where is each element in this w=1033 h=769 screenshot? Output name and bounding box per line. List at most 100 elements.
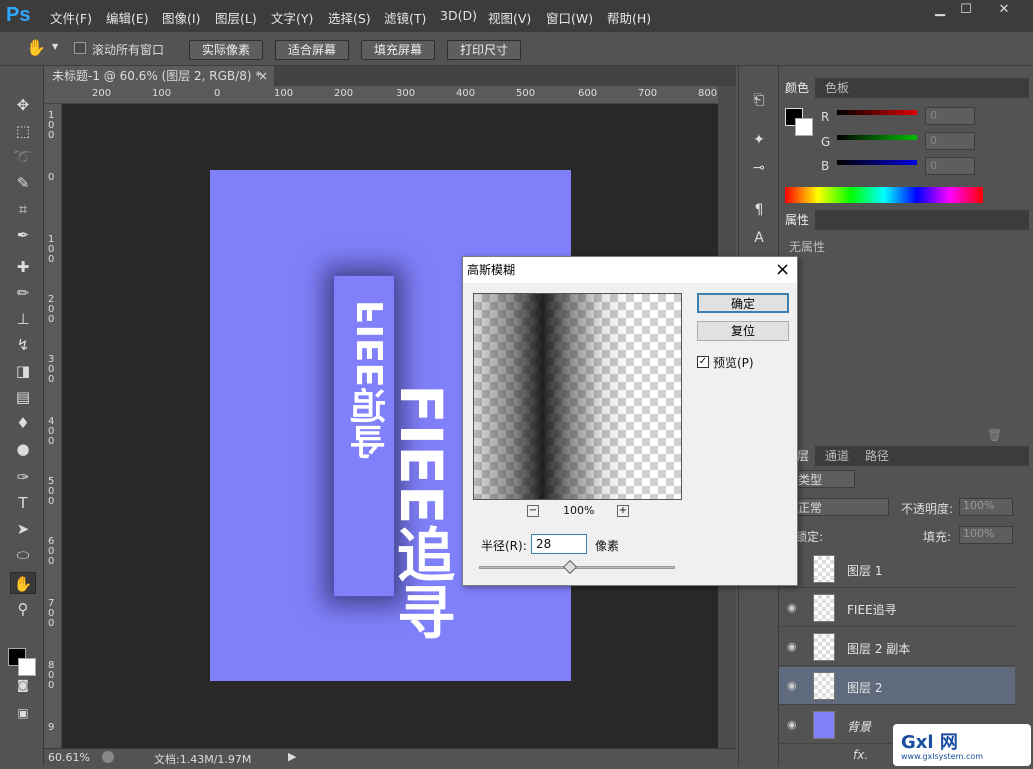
menu-type[interactable]: 文字(Y) xyxy=(271,8,313,27)
quick-select-tool-icon[interactable]: ✎ xyxy=(10,172,36,194)
tab-paths[interactable]: 路径 xyxy=(859,446,895,466)
vertical-ruler: 1 0 0 0 1 0 0 2 0 0 3 0 0 4 0 0 5 0 0 6 … xyxy=(44,104,62,748)
blur-preview[interactable] xyxy=(473,293,682,500)
status-icon[interactable] xyxy=(102,751,114,763)
maximize-button[interactable]: ☐ xyxy=(952,2,980,20)
hand-tool-icon[interactable]: ✋ xyxy=(10,572,36,594)
layer-row[interactable]: 图层 1 xyxy=(779,550,1015,588)
visibility-eye-icon[interactable]: ◉ xyxy=(787,718,801,731)
zoom-tool-icon[interactable]: ⚲ xyxy=(10,598,36,620)
channel-r-label: R xyxy=(821,110,830,124)
zoom-level[interactable]: 60.61% xyxy=(48,751,90,764)
type-tool-icon[interactable]: T xyxy=(10,492,36,514)
layer-row-selected[interactable]: ◉ 图层 2 xyxy=(779,667,1015,705)
lock-label: 锁定: xyxy=(795,530,824,544)
dodge-tool-icon[interactable]: ● xyxy=(10,438,36,460)
clone-stamp-tool-icon[interactable]: ⊥ xyxy=(10,308,36,330)
lasso-tool-icon[interactable]: ➰ xyxy=(10,146,36,168)
channel-r-slider[interactable] xyxy=(837,110,917,115)
path-select-tool-icon[interactable]: ➤ xyxy=(10,518,36,540)
channel-g-input[interactable]: 0 xyxy=(925,132,975,150)
tab-channels[interactable]: 通道 xyxy=(819,446,855,466)
gradient-tool-icon[interactable]: ▤ xyxy=(10,386,36,408)
background-color-swatch[interactable] xyxy=(795,118,813,136)
brush-preset-icon[interactable]: ⊸ xyxy=(747,160,771,182)
blur-tool-icon[interactable]: ♦ xyxy=(10,412,36,434)
menu-3d[interactable]: 3D(D) xyxy=(440,8,477,23)
eraser-tool-icon[interactable]: ◨ xyxy=(10,360,36,382)
menu-image[interactable]: 图像(I) xyxy=(162,8,200,27)
zoom-out-button[interactable]: − xyxy=(527,505,539,517)
layer-row[interactable]: ◉ 图层 2 副本 xyxy=(779,628,1015,666)
radius-slider-handle[interactable] xyxy=(562,559,578,575)
dialog-title: 高斯模糊 xyxy=(463,257,797,283)
opacity-input[interactable]: 100% xyxy=(959,498,1013,516)
menu-edit[interactable]: 编辑(E) xyxy=(106,8,149,27)
tab-color[interactable]: 颜色 xyxy=(779,78,816,98)
menu-view[interactable]: 视图(V) xyxy=(488,8,531,27)
layers-panel-tabs: 图层 通道 路径 xyxy=(779,446,1029,466)
fill-input[interactable]: 100% xyxy=(959,526,1013,544)
right-panels: 颜色 色板 R 0 G 0 B 0 属性 无属性 🗑 图层 通道 路径 类型 正… xyxy=(778,66,1033,766)
layer-thumbnail xyxy=(813,672,835,700)
menu-file[interactable]: 文件(F) xyxy=(50,8,92,27)
status-menu-arrow-icon[interactable]: ▶ xyxy=(288,750,296,763)
fit-screen-button[interactable]: 适合屏幕 xyxy=(275,40,349,60)
blend-mode-select[interactable]: 正常 xyxy=(793,498,889,516)
channel-g-slider[interactable] xyxy=(837,135,917,140)
channel-b-input[interactable]: 0 xyxy=(925,157,975,175)
quick-mask-icon[interactable]: ◙ xyxy=(10,674,36,696)
color-spectrum-ramp[interactable] xyxy=(785,187,983,203)
history-panel-icon[interactable]: ⎗ xyxy=(747,92,771,114)
tab-properties[interactable]: 属性 xyxy=(779,210,816,230)
menu-layer[interactable]: 图层(L) xyxy=(215,8,257,27)
visibility-eye-icon[interactable]: ◉ xyxy=(787,640,801,653)
watermark: Gxl 网 www.gxlsystem.com xyxy=(893,724,1031,766)
delete-icon[interactable]: 🗑 xyxy=(987,428,1002,442)
document-tab[interactable]: 未标题-1 @ 60.6% (图层 2, RGB/8) * × xyxy=(44,66,274,86)
hand-tool-icon[interactable]: ✋ xyxy=(26,38,46,57)
radius-input[interactable]: 28 xyxy=(531,534,587,554)
menu-select[interactable]: 选择(S) xyxy=(328,8,371,27)
brush-tool-icon[interactable]: ✏ xyxy=(10,282,36,304)
channel-b-slider[interactable] xyxy=(837,160,917,165)
close-dialog-icon[interactable]: × xyxy=(775,259,790,280)
shape-tool-icon[interactable]: ⬭ xyxy=(10,544,36,566)
fill-screen-button[interactable]: 填充屏幕 xyxy=(361,40,435,60)
ruler-label: 0 xyxy=(48,172,55,183)
character-panel-icon[interactable]: A xyxy=(747,230,771,252)
marquee-tool-icon[interactable]: ⬚ xyxy=(10,120,36,142)
reset-button[interactable]: 复位 xyxy=(697,321,789,341)
chevron-down-icon[interactable]: ▼ xyxy=(52,42,58,51)
close-tab-icon[interactable]: × xyxy=(258,66,268,86)
pen-tool-icon[interactable]: ✑ xyxy=(10,466,36,488)
actual-pixels-button[interactable]: 实际像素 xyxy=(189,40,263,60)
ruler-label: 100 xyxy=(152,88,172,99)
visibility-eye-icon[interactable]: ◉ xyxy=(787,601,801,614)
ok-button[interactable]: 确定 xyxy=(697,293,789,313)
healing-brush-tool-icon[interactable]: ✚ xyxy=(10,256,36,278)
layer-filter-select[interactable]: 类型 xyxy=(793,470,855,488)
eyedropper-tool-icon[interactable]: ✒ xyxy=(10,224,36,246)
history-brush-tool-icon[interactable]: ↯ xyxy=(10,334,36,356)
crop-tool-icon[interactable]: ⌗ xyxy=(10,198,36,220)
channel-r-input[interactable]: 0 xyxy=(925,107,975,125)
tab-swatches[interactable]: 色板 xyxy=(819,78,855,98)
paragraph-panel-icon[interactable]: ¶ xyxy=(747,202,771,224)
zoom-in-button[interactable]: + xyxy=(617,505,629,517)
properties-empty-text: 无属性 xyxy=(789,240,826,254)
close-window-button[interactable]: ✕ xyxy=(986,2,1022,20)
move-tool-icon[interactable]: ✥ xyxy=(10,94,36,116)
fx-icon[interactable]: fx. xyxy=(853,748,868,762)
screen-mode-icon[interactable]: ▣ xyxy=(10,702,36,724)
print-size-button[interactable]: 打印尺寸 xyxy=(447,40,521,60)
scroll-all-checkbox[interactable] xyxy=(74,42,86,54)
menu-window[interactable]: 窗口(W) xyxy=(546,8,593,27)
layer-row[interactable]: ◉ FIEE追寻 xyxy=(779,589,1015,627)
visibility-eye-icon[interactable]: ◉ xyxy=(787,679,801,692)
brush-panel-icon[interactable]: ✦ xyxy=(747,132,771,154)
minimize-button[interactable]: ▁ xyxy=(926,2,954,20)
preview-checkbox[interactable]: ✓ xyxy=(697,356,709,368)
menu-help[interactable]: 帮助(H) xyxy=(607,8,651,27)
menu-filter[interactable]: 滤镜(T) xyxy=(384,8,426,27)
